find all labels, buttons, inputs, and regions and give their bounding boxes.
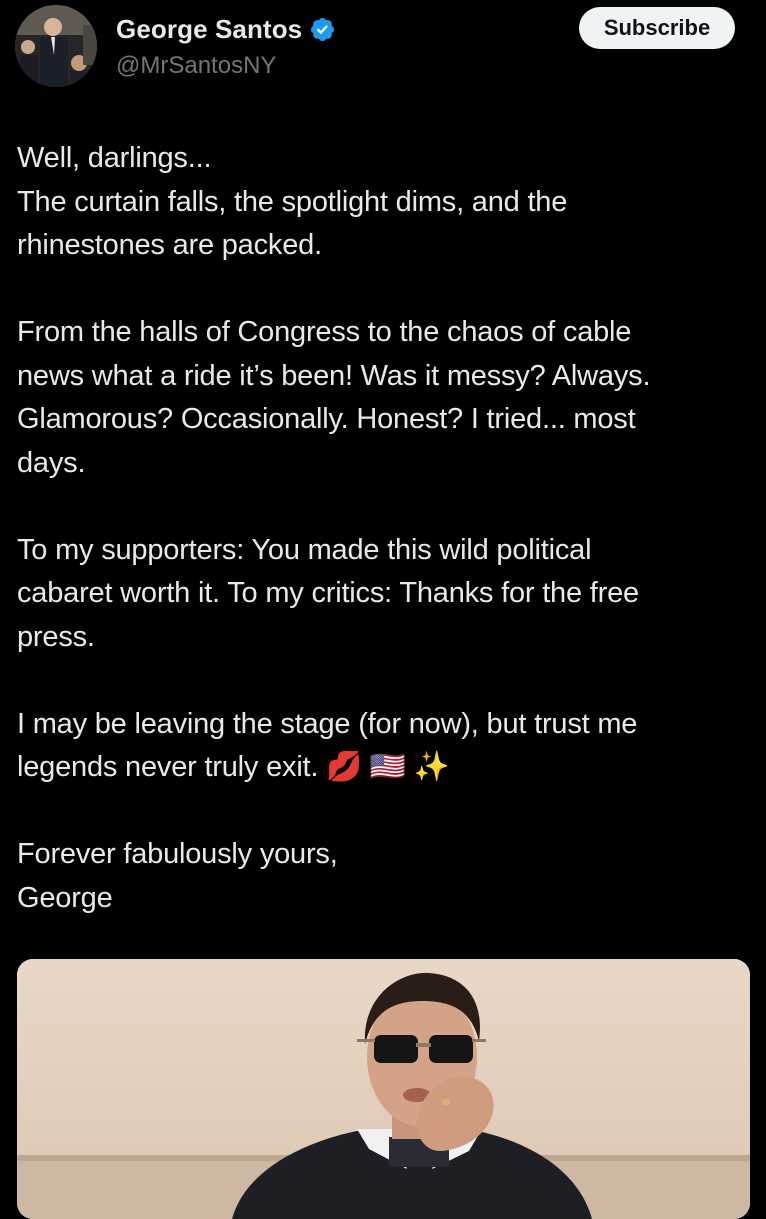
tweet-paragraph: From the halls of Congress to the chaos … xyxy=(17,311,747,485)
tweet-line: I may be leaving the stage (for now), bu… xyxy=(17,707,638,740)
tweet-paragraph: To my supporters: You made this wild pol… xyxy=(17,529,747,660)
tweet-line: Glamorous? Occasionally. Honest? I tried… xyxy=(17,403,636,435)
subscribe-button[interactable]: Subscribe xyxy=(579,7,735,49)
tweet-header: George Santos @MrSantosNY Subscribe xyxy=(0,0,766,100)
tweet-line: cabaret worth it. To my critics: Thanks … xyxy=(17,577,639,609)
avatar-photo-icon xyxy=(15,5,97,87)
tweet-line: To my supporters: You made this wild pol… xyxy=(17,533,592,566)
author-handle[interactable]: @MrSantosNY xyxy=(116,52,276,80)
tweet-paragraph: Forever fabulously yours, George xyxy=(17,833,747,920)
verified-badge-icon xyxy=(309,16,336,43)
tweet-line: days. xyxy=(17,446,86,479)
tweet-line: Forever fabulously yours, xyxy=(17,838,338,870)
tweet-line: The curtain falls, the spotlight dims, a… xyxy=(17,185,568,218)
author-name-row: George Santos xyxy=(116,14,336,45)
tweet-text: Well, darlings... The curtain falls, the… xyxy=(17,137,747,920)
tweet-line: press. xyxy=(17,620,95,653)
author-display-name[interactable]: George Santos xyxy=(116,14,302,45)
tweet-paragraph: I may be leaving the stage (for now), bu… xyxy=(17,703,747,790)
tweet-media-image[interactable] xyxy=(17,959,750,1219)
tweet-line: Well, darlings... xyxy=(17,142,212,174)
avatar[interactable] xyxy=(15,5,97,87)
tweet-line: legends never truly exit. 💋 🇺🇸 ✨ xyxy=(17,751,450,783)
tweet-line: George xyxy=(17,881,113,914)
tweet-paragraph: Well, darlings... The curtain falls, the… xyxy=(17,137,747,268)
photo-man-sunglasses-icon xyxy=(17,959,750,1219)
tweet-line: From the halls of Congress to the chaos … xyxy=(17,316,632,348)
tweet-line: news what a ride it’s been! Was it messy… xyxy=(17,359,651,392)
tweet-line: rhinestones are packed. xyxy=(17,229,322,261)
